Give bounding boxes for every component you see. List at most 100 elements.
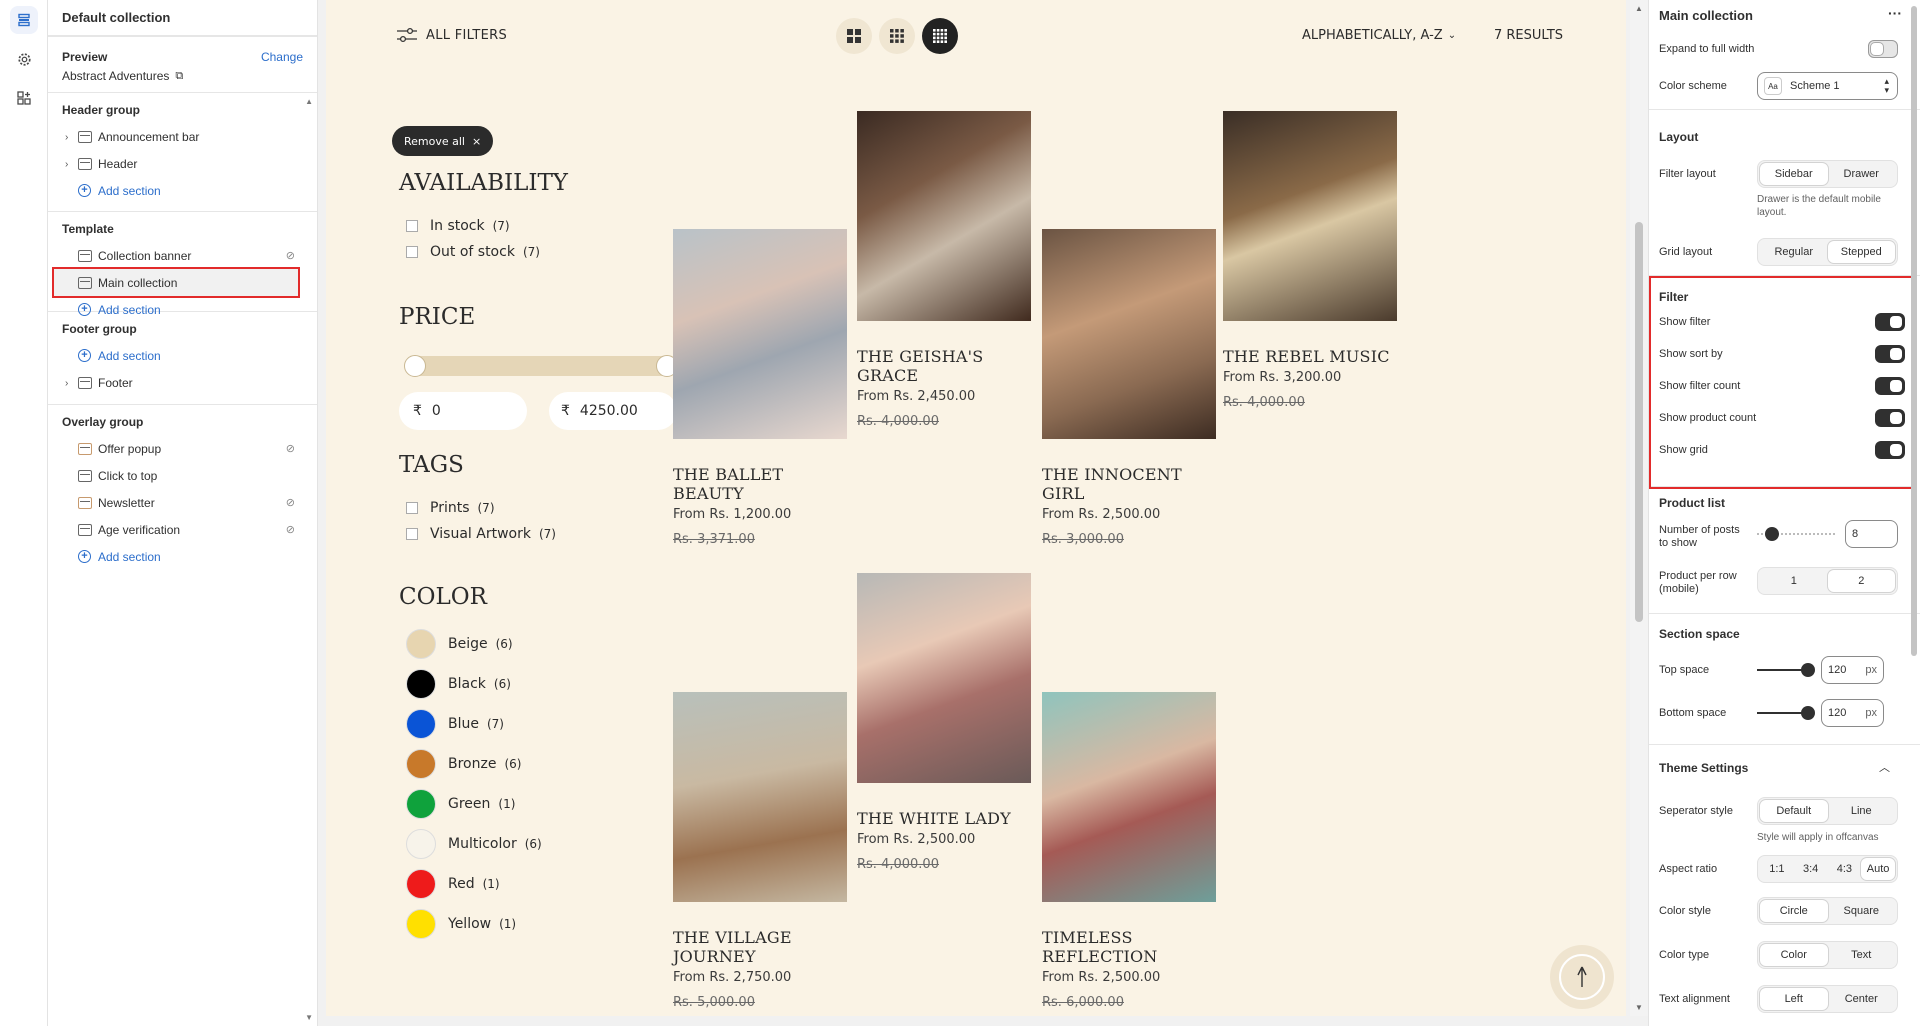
checkbox[interactable]	[406, 246, 418, 258]
gear-icon[interactable]	[10, 45, 38, 73]
color-type-segmented[interactable]: Color Text	[1757, 941, 1898, 969]
color-swatch[interactable]	[406, 869, 436, 899]
color-swatch[interactable]	[406, 909, 436, 939]
option-left[interactable]: Left	[1760, 988, 1828, 1010]
section-announcement-bar[interactable]: › Announcement bar	[62, 123, 303, 150]
posts-input[interactable]: 8	[1845, 520, 1898, 548]
product-card[interactable]: THE INNOCENT GIRL From Rs. 2,500.00 Rs. 3,…	[1042, 229, 1216, 547]
sections-icon[interactable]	[10, 6, 38, 34]
product-image[interactable]	[1042, 692, 1216, 902]
option-drawer[interactable]: Drawer	[1828, 163, 1896, 185]
product-title[interactable]: THE VILLAGE JOURNEY	[673, 928, 847, 966]
grid-4-col-button[interactable]	[922, 18, 958, 54]
color-filter-multicolor[interactable]: Multicolor (6)	[406, 829, 542, 859]
color-filter-red[interactable]: Red (1)	[406, 869, 500, 899]
add-section-button[interactable]: + Add section	[62, 342, 303, 369]
color-swatch[interactable]	[406, 669, 436, 699]
product-image[interactable]	[673, 692, 847, 902]
option-2[interactable]: 2	[1827, 570, 1895, 592]
color-swatch[interactable]	[406, 709, 436, 739]
toggle-switch[interactable]	[1875, 441, 1905, 459]
bottom-space-input[interactable]: 120 px	[1821, 699, 1884, 727]
product-card[interactable]: THE VILLAGE JOURNEY From Rs. 2,750.00 Rs. …	[673, 692, 847, 1010]
scroll-up-arrow-icon[interactable]: ▲	[1635, 4, 1643, 13]
product-card[interactable]: THE REBEL MUSIC From Rs. 3,200.00 Rs. 4,00…	[1223, 111, 1397, 410]
product-image[interactable]	[857, 573, 1031, 783]
apps-icon[interactable]	[10, 84, 38, 112]
grid-2-col-button[interactable]	[836, 18, 872, 54]
filter-prints[interactable]: Prints (7)	[406, 500, 495, 516]
per-row-segmented[interactable]: 1 2	[1757, 567, 1898, 595]
grid-3-col-button[interactable]	[879, 18, 915, 54]
filter-layout-segmented[interactable]: Sidebar Drawer	[1757, 160, 1898, 188]
checkbox[interactable]	[406, 528, 418, 540]
expand-toggle[interactable]	[1868, 40, 1898, 58]
aspect-ratio-segmented[interactable]: 1:1 3:4 4:3 Auto	[1757, 855, 1898, 883]
top-space-input[interactable]: 120 px	[1821, 656, 1884, 684]
option-default[interactable]: Default	[1760, 800, 1828, 822]
option-center[interactable]: Center	[1828, 988, 1896, 1010]
option-line[interactable]: Line	[1828, 800, 1896, 822]
product-card[interactable]: THE BALLET BEAUTY From Rs. 1,200.00 Rs. 3,…	[673, 229, 847, 547]
filter-visual-artwork[interactable]: Visual Artwork (7)	[406, 526, 556, 542]
product-title[interactable]: THE REBEL MUSIC	[1223, 347, 1397, 366]
section-main-collection[interactable]: Main collection	[52, 267, 300, 298]
color-filter-blue[interactable]: Blue (7)	[406, 709, 504, 739]
color-swatch[interactable]	[406, 629, 436, 659]
color-filter-beige[interactable]: Beige (6)	[406, 629, 513, 659]
section-age-verification[interactable]: Age verification ⊘	[62, 516, 303, 543]
section-click-to-top[interactable]: Click to top	[62, 462, 303, 489]
option-4-3[interactable]: 4:3	[1828, 858, 1862, 880]
price-max-input[interactable]: ₹4250.00	[549, 392, 677, 430]
product-card[interactable]: THE WHITE LADY From Rs. 2,500.00 Rs. 4,000…	[857, 573, 1031, 872]
checkbox[interactable]	[406, 220, 418, 232]
slider-handle[interactable]	[1765, 527, 1779, 541]
option-color[interactable]: Color	[1760, 944, 1828, 966]
product-title[interactable]: THE GEISHA'S GRACE	[857, 347, 1031, 385]
slider-handle[interactable]	[1801, 663, 1815, 677]
text-alignment-segmented[interactable]: Left Center	[1757, 985, 1898, 1013]
preview-scrollbar[interactable]: ▲ ▼	[1630, 0, 1648, 1016]
product-card[interactable]: THE GEISHA'S GRACE From Rs. 2,450.00 Rs. 4…	[857, 111, 1031, 429]
option-text[interactable]: Text	[1828, 944, 1896, 966]
product-card[interactable]: TIMELESS REFLECTION From Rs. 2,500.00 Rs. …	[1042, 692, 1216, 1010]
color-swatch[interactable]	[406, 749, 436, 779]
more-actions-icon[interactable]: ···	[1888, 5, 1902, 21]
option-1[interactable]: 1	[1760, 570, 1828, 592]
product-image[interactable]	[673, 229, 847, 439]
grid-layout-segmented[interactable]: Regular Stepped	[1757, 238, 1898, 266]
scroll-down-arrow-icon[interactable]: ▼	[305, 1013, 313, 1022]
section-header[interactable]: › Header	[62, 150, 303, 177]
color-filter-yellow[interactable]: Yellow (1)	[406, 909, 516, 939]
scrollbar-thumb[interactable]	[1911, 6, 1917, 656]
option-regular[interactable]: Regular	[1760, 241, 1828, 263]
add-section-button[interactable]: + Add section	[62, 177, 303, 204]
price-min-input[interactable]: ₹0	[399, 392, 527, 430]
price-range-slider[interactable]	[404, 355, 678, 377]
external-link-icon[interactable]: ⧉	[175, 70, 183, 83]
posts-slider[interactable]	[1757, 527, 1837, 541]
top-space-slider[interactable]	[1757, 663, 1815, 677]
scroll-up-arrow-icon[interactable]: ▲	[305, 97, 313, 106]
change-link[interactable]: Change	[261, 50, 303, 64]
product-title[interactable]: THE BALLET BEAUTY	[673, 465, 847, 503]
chevron-right-icon[interactable]: ›	[65, 132, 68, 143]
chevron-up-icon[interactable]: ︿	[1879, 759, 1890, 775]
option-sidebar[interactable]: Sidebar	[1760, 163, 1828, 185]
checkbox[interactable]	[406, 502, 418, 514]
option-3-4[interactable]: 3:4	[1794, 858, 1828, 880]
option-auto[interactable]: Auto	[1861, 858, 1895, 880]
toggle-switch[interactable]	[1875, 377, 1905, 395]
color-scheme-select[interactable]: Aa Scheme 1 ▴ ▾	[1757, 72, 1898, 100]
settings-scrollbar[interactable]	[1910, 0, 1918, 1026]
separator-style-segmented[interactable]: Default Line	[1757, 797, 1898, 825]
color-swatch[interactable]	[406, 789, 436, 819]
scroll-down-arrow-icon[interactable]: ▼	[1635, 1003, 1643, 1012]
product-image[interactable]	[1042, 229, 1216, 439]
option-stepped[interactable]: Stepped	[1827, 241, 1895, 263]
toggle-switch[interactable]	[1875, 345, 1905, 363]
toggle-switch[interactable]	[1875, 313, 1905, 331]
product-image[interactable]	[857, 111, 1031, 321]
color-filter-green[interactable]: Green (1)	[406, 789, 515, 819]
section-offer-popup[interactable]: Offer popup ⊘	[62, 435, 303, 462]
